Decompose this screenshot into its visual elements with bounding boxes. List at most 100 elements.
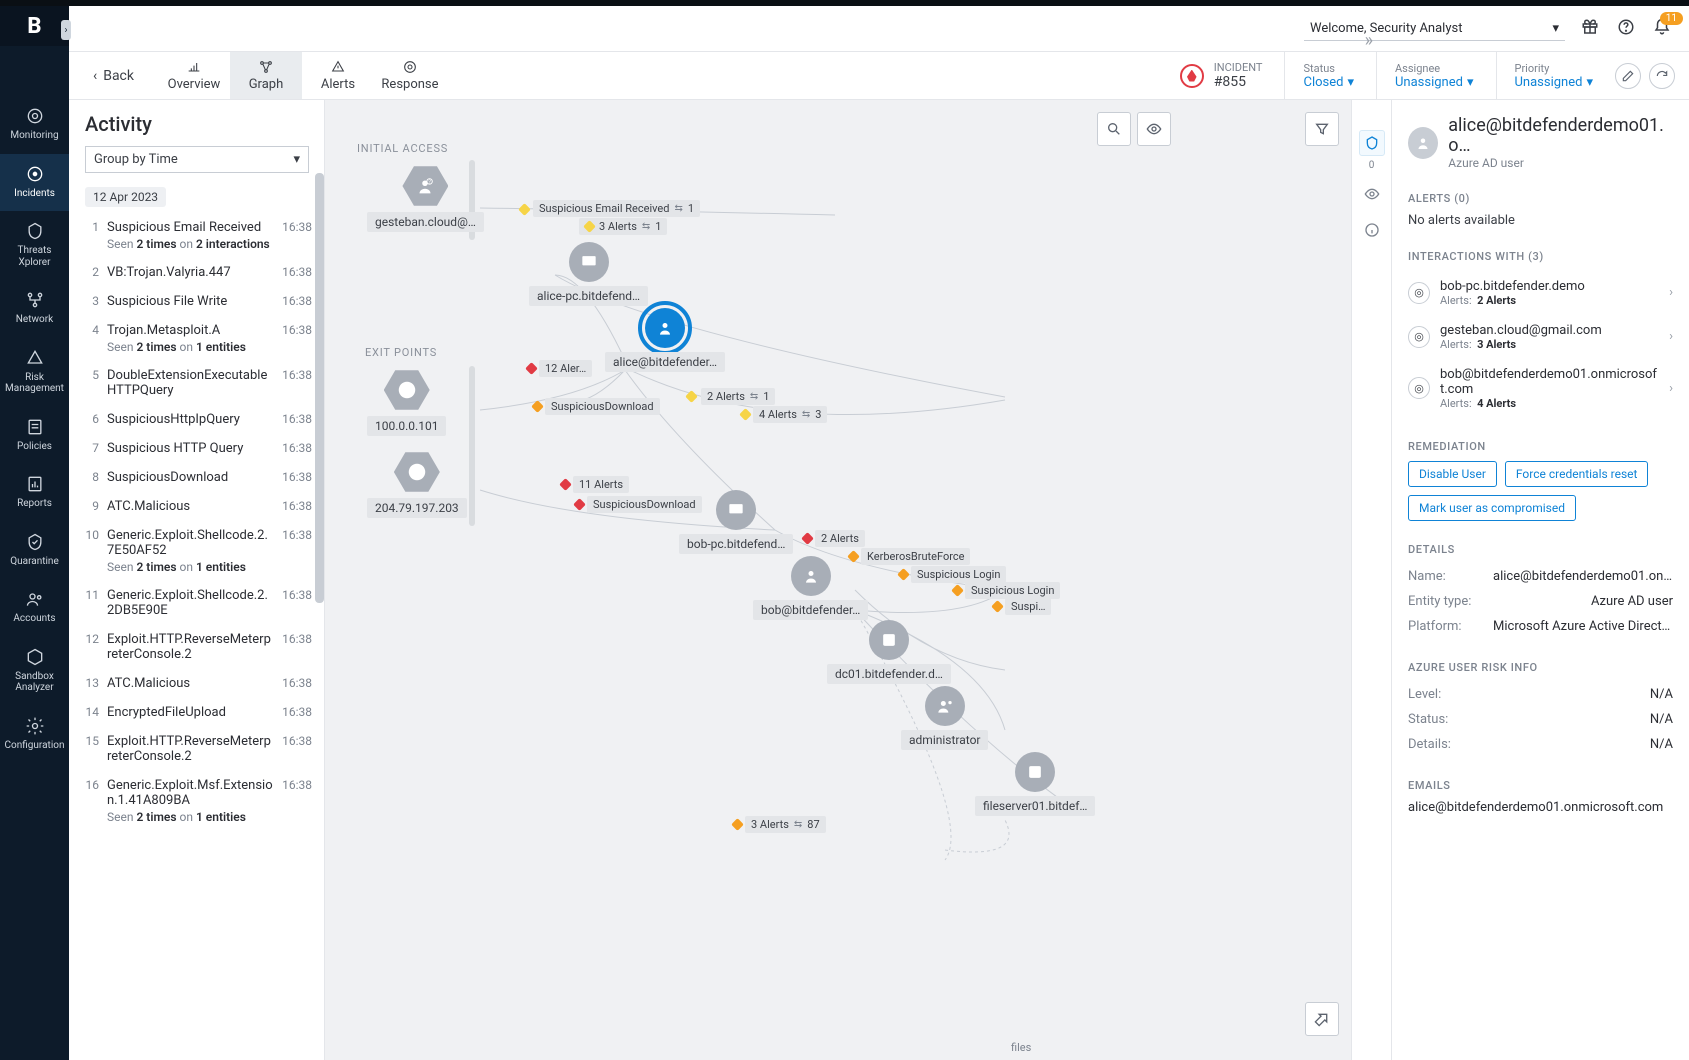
remediation-button[interactable]: Mark user as compromised xyxy=(1408,495,1576,521)
graph-tag[interactable]: 12 Aler… xyxy=(539,360,592,377)
graph-node-dc01[interactable]: dc01.bitdefender.d… xyxy=(827,620,951,684)
nav-policies[interactable]: Policies xyxy=(0,407,69,465)
nav-network[interactable]: Network xyxy=(0,280,69,338)
chevron-right-icon: › xyxy=(1669,329,1673,344)
nav-threats-xplorer[interactable]: Threats Xplorer xyxy=(0,211,69,280)
graph-node-ip2[interactable]: 204.79.197.203 xyxy=(367,450,467,518)
entity-icon: ◎ xyxy=(1408,326,1430,348)
strip-info-icon[interactable] xyxy=(1359,217,1385,243)
fire-icon xyxy=(1180,64,1204,88)
graph-node-ip1[interactable]: 100.0.0.101 xyxy=(367,368,446,436)
graph-tag[interactable]: KerberosBruteForce xyxy=(861,548,970,565)
graph-node-bob[interactable]: bob@bitdefender… xyxy=(753,556,868,620)
nav-sandbox-analyzer[interactable]: Sandbox Analyzer xyxy=(0,637,69,706)
strip-shield-icon[interactable] xyxy=(1359,130,1385,156)
details-panel: alice@bitdefenderdemo01.o… Azure AD user… xyxy=(1391,100,1689,1060)
group-by-select[interactable]: Group by Time▾ xyxy=(85,146,309,173)
graph-tag[interactable]: Suspicious Email Received⇆1 xyxy=(533,200,700,217)
back-button[interactable]: ‹Back xyxy=(83,52,144,99)
activity-item[interactable]: 12Exploit.HTTP.ReverseMeterpreterConsole… xyxy=(85,625,316,669)
tab-graph[interactable]: Graph xyxy=(230,52,302,99)
entity-subtitle: Azure AD user xyxy=(1448,156,1673,170)
interaction-row[interactable]: ◎bob-pc.bitdefender.demoAlerts: 2 Alerts… xyxy=(1408,271,1673,315)
gift-icon[interactable] xyxy=(1581,18,1599,40)
interaction-row[interactable]: ◎bob@bitdefenderdemo01.onmicrosoft.comAl… xyxy=(1408,359,1673,418)
svg-text:?: ? xyxy=(429,179,432,185)
graph-tag[interactable]: Suspicious Login xyxy=(965,582,1060,599)
edit-icon[interactable] xyxy=(1615,63,1641,89)
graph-tag[interactable]: 4 Alerts⇆3 xyxy=(753,406,827,423)
expand-sidebar-icon[interactable]: › xyxy=(61,20,71,40)
graph-tag[interactable]: Suspi… xyxy=(1005,598,1051,615)
help-icon[interactable] xyxy=(1617,18,1635,40)
left-sidebar: B › Monitoring Incidents Threats Xplorer… xyxy=(0,6,69,1060)
entity-icon: ◎ xyxy=(1408,377,1430,399)
interactions-header: INTERACTIONS WITH (3) xyxy=(1408,250,1673,263)
graph-canvas[interactable]: INITIAL ACCESS EXIT POINTS ? gesteban.cl… xyxy=(325,100,1351,1060)
chevron-down-icon: ▾ xyxy=(1552,21,1559,36)
graph-tag[interactable]: 2 Alerts⇆1 xyxy=(701,388,775,405)
nav-configuration[interactable]: Configuration xyxy=(0,706,69,764)
activity-item[interactable]: 16Generic.Exploit.Msf.Extension.1.41A809… xyxy=(85,771,316,831)
activity-item[interactable]: 10Generic.Exploit.Shellcode.2.7E50AF52Se… xyxy=(85,521,316,581)
details-header: DETAILS xyxy=(1408,543,1673,556)
chevron-down-icon: ▾ xyxy=(293,152,300,167)
detail-row: Details:N/A xyxy=(1408,732,1673,757)
nav-reports[interactable]: Reports xyxy=(0,464,69,522)
details-mini-strip: » 0 xyxy=(1351,100,1391,1060)
activity-date-chip: 12 Apr 2023 xyxy=(85,187,166,207)
activity-item[interactable]: 2VB:Trojan.Valyria.44716:38 xyxy=(85,258,316,287)
activity-item[interactable]: 9ATC.Malicious16:38 xyxy=(85,492,316,521)
app-bar: Welcome, Security Analyst▾ 11 xyxy=(69,6,1689,52)
strip-count: 0 xyxy=(1369,160,1375,171)
graph-tag[interactable]: 2 Alerts xyxy=(815,530,865,547)
interaction-row[interactable]: ◎gesteban.cloud@gmail.comAlerts: 3 Alert… xyxy=(1408,315,1673,359)
graph-node-fileserver[interactable]: fileserver01.bitdef… xyxy=(975,752,1095,816)
graph-node-gesteban[interactable]: ? gesteban.cloud@… xyxy=(367,164,484,232)
remediation-header: REMEDIATION xyxy=(1408,440,1673,453)
activity-item[interactable]: 14EncryptedFileUpload16:38 xyxy=(85,698,316,727)
activity-item[interactable]: 6SuspiciousHttpIpQuery16:38 xyxy=(85,405,316,434)
entity-avatar-icon xyxy=(1408,127,1438,159)
activity-item[interactable]: 11Generic.Exploit.Shellcode.2.2DB5E90E16… xyxy=(85,581,316,625)
tab-alerts[interactable]: Alerts xyxy=(302,52,374,99)
graph-tag[interactable]: 3 Alerts⇆1 xyxy=(579,218,667,235)
status-dropdown[interactable]: StatusClosed ▾ xyxy=(1284,52,1354,99)
nav-quarantine[interactable]: Quarantine xyxy=(0,522,69,580)
activity-item[interactable]: 5DoubleExtensionExecutableHTTPQuery16:38 xyxy=(85,361,316,405)
activity-list[interactable]: 12 Apr 2023 1Suspicious Email ReceivedSe… xyxy=(85,173,324,1060)
entity-title: alice@bitdefenderdemo01.o… xyxy=(1448,116,1673,156)
refresh-icon[interactable] xyxy=(1649,63,1675,89)
graph-tag[interactable]: 11 Alerts xyxy=(573,476,629,493)
activity-item[interactable]: 7Suspicious HTTP Query16:38 xyxy=(85,434,316,463)
activity-item[interactable]: 1Suspicious Email ReceivedSeen 2 times o… xyxy=(85,213,316,258)
graph-node-admin[interactable]: administrator xyxy=(901,686,988,750)
nav-risk-management[interactable]: Risk Management xyxy=(0,338,69,407)
activity-item[interactable]: 13ATC.Malicious16:38 xyxy=(85,669,316,698)
graph-node-alice[interactable]: alice@bitdefender… xyxy=(605,308,725,372)
activity-item[interactable]: 15Exploit.HTTP.ReverseMeterpreterConsole… xyxy=(85,727,316,771)
graph-tag[interactable]: Suspicious Login xyxy=(911,566,1006,583)
graph-tag[interactable]: SuspiciousDownload xyxy=(545,398,660,415)
nav-incidents[interactable]: Incidents xyxy=(0,154,69,212)
activity-item[interactable]: 3Suspicious File Write16:38 xyxy=(85,287,316,316)
notifications-icon[interactable]: 11 xyxy=(1653,18,1671,40)
activity-item[interactable]: 8SuspiciousDownload16:38 xyxy=(85,463,316,492)
risk-header: AZURE USER RISK INFO xyxy=(1408,661,1673,674)
assignee-dropdown[interactable]: AssigneeUnassigned ▾ xyxy=(1376,52,1474,99)
priority-dropdown[interactable]: PriorityUnassigned ▾ xyxy=(1496,52,1594,99)
strip-eye-icon[interactable] xyxy=(1359,181,1385,207)
nav-accounts[interactable]: Accounts xyxy=(0,579,69,637)
email-value: alice@bitdefenderdemo01.onmicrosoft.com xyxy=(1408,800,1673,815)
graph-tag[interactable]: SuspiciousDownload xyxy=(587,496,702,513)
remediation-button[interactable]: Disable User xyxy=(1408,461,1497,487)
graph-node-alice-pc[interactable]: alice-pc.bitdefend… xyxy=(529,242,648,306)
graph-tag[interactable]: 3 Alerts⇆87 xyxy=(745,816,826,833)
activity-panel: Activity Group by Time▾ 12 Apr 2023 1Sus… xyxy=(69,100,325,1060)
activity-item[interactable]: 4Trojan.Metasploit.ASeen 2 times on 1 en… xyxy=(85,316,316,361)
remediation-button[interactable]: Force credentials reset xyxy=(1505,461,1649,487)
tab-response[interactable]: Response xyxy=(374,52,446,99)
tab-overview[interactable]: Overview xyxy=(158,52,230,99)
nav-monitoring[interactable]: Monitoring xyxy=(0,96,69,154)
user-dropdown[interactable]: Welcome, Security Analyst▾ xyxy=(1304,17,1565,41)
